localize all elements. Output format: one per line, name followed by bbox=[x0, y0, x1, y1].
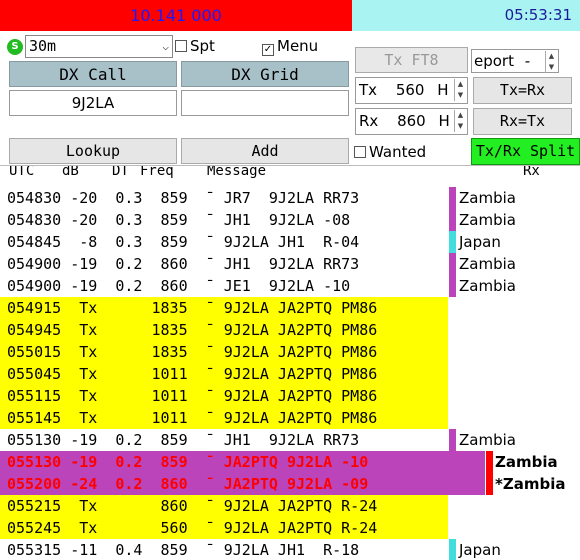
country-label: *Zambia bbox=[495, 475, 566, 493]
decode-message: 054915 Tx 1835 ̄ 9J2LA JA2PTQ PM86 bbox=[0, 297, 448, 319]
country-marker bbox=[449, 231, 456, 253]
country-label: Japan bbox=[459, 541, 501, 559]
decode-message: 054830 -20 0.3 859 ̄ JR7 9J2LA RR73 bbox=[7, 189, 360, 207]
rx-value: 860 bbox=[397, 112, 426, 130]
spot-label: Spt bbox=[190, 37, 215, 55]
decode-message: 054900 -19 0.2 860 ̄ JE1 9J2LA -10 bbox=[7, 277, 351, 295]
wanted-checkbox[interactable]: Wanted bbox=[354, 143, 426, 161]
decode-row[interactable]: 054830 -20 0.3 859 ̄ JH1 9J2LA -08 Zambia bbox=[0, 209, 580, 231]
decode-row[interactable]: 055115 Tx 1011 ̄ 9J2LA JA2PTQ PM86 bbox=[0, 385, 580, 407]
spot-box bbox=[175, 40, 187, 52]
tx-spinner[interactable]: ▲ ▼ bbox=[454, 79, 466, 101]
country-marker bbox=[486, 473, 493, 495]
country-marker bbox=[449, 209, 456, 231]
country-label: Zambia bbox=[495, 453, 558, 471]
country-marker bbox=[449, 187, 456, 209]
country-label: Zambia bbox=[459, 211, 516, 229]
wanted-box bbox=[354, 146, 366, 158]
decode-row[interactable]: 055315 -11 0.4 859 ̄ 9J2LA JH1 R-18 Japan bbox=[0, 539, 580, 560]
status-bar: 10.141 000 05:53:31 bbox=[0, 0, 580, 33]
utc-clock: 05:53:31 bbox=[352, 0, 580, 31]
tx-value: 560 bbox=[395, 81, 425, 99]
band-select[interactable]: 30m ⌵ bbox=[25, 35, 173, 58]
add-button[interactable]: Add bbox=[181, 138, 349, 164]
decode-message: 055115 Tx 1011 ̄ 9J2LA JA2PTQ PM86 bbox=[0, 385, 448, 407]
decode-row[interactable]: 054945 Tx 1835 ̄ 9J2LA JA2PTQ PM86 bbox=[0, 319, 580, 341]
decode-message: 055045 Tx 1011 ̄ 9J2LA JA2PTQ PM86 bbox=[0, 363, 448, 385]
report-label: eport bbox=[474, 52, 514, 70]
country-marker bbox=[449, 253, 456, 275]
menu-label: Menu bbox=[277, 37, 319, 55]
rx-equals-tx-button[interactable]: Rx=Tx bbox=[473, 108, 572, 135]
country-label: Japan bbox=[459, 233, 501, 251]
dx-call-label: DX Call bbox=[9, 61, 177, 87]
country-marker bbox=[486, 451, 493, 473]
decode-message: 055215 Tx 860 ̄ 9J2LA JA2PTQ R-24 bbox=[0, 495, 448, 517]
tx-frequency-input[interactable]: Tx 560 H ▲ ▼ bbox=[355, 77, 468, 104]
report-value: - bbox=[524, 52, 531, 70]
dx-call-input[interactable]: 9J2LA bbox=[9, 90, 177, 116]
decode-message: 054900 -19 0.2 860 ̄ JH1 9J2LA RR73 bbox=[7, 255, 360, 273]
decode-row[interactable]: 054845 -8 0.3 859 ̄ 9J2LA JH1 R-04 Japan bbox=[0, 231, 580, 253]
decode-row[interactable]: 054900 -19 0.2 860 ̄ JE1 9J2LA -10 Zambia bbox=[0, 275, 580, 297]
country-marker bbox=[449, 429, 456, 451]
country-marker bbox=[449, 275, 456, 297]
tx-equals-rx-button[interactable]: Tx=Rx bbox=[473, 77, 572, 104]
dx-grid-label: DX Grid bbox=[181, 61, 349, 87]
rx-spinner[interactable]: ▲ ▼ bbox=[454, 110, 466, 132]
country-label: Zambia bbox=[459, 277, 516, 295]
decode-message: 055130 -19 0.2 859 ̄ JA2PTQ 9J2LA -10 bbox=[0, 451, 485, 473]
report-spinner[interactable]: ▲ ▼ bbox=[545, 51, 557, 73]
decode-message: 054945 Tx 1835 ̄ 9J2LA JA2PTQ PM86 bbox=[0, 319, 448, 341]
tx-prefix: Tx bbox=[359, 81, 378, 99]
decode-message: 054845 -8 0.3 859 ̄ 9J2LA JH1 R-04 bbox=[7, 233, 360, 251]
report-spinbox[interactable]: eport - ▲ ▼ bbox=[471, 49, 559, 73]
country-label: Zambia bbox=[459, 189, 516, 207]
rx-unit: H bbox=[438, 112, 450, 130]
tx-unit: H bbox=[437, 81, 449, 99]
spot-checkbox[interactable]: Spt bbox=[175, 37, 215, 55]
decode-row[interactable]: 054900 -19 0.2 860 ̄ JH1 9J2LA RR73 Zambi… bbox=[0, 253, 580, 275]
decode-row[interactable]: 054830 -20 0.3 859 ̄ JR7 9J2LA RR73 Zambi… bbox=[0, 187, 580, 209]
decode-row[interactable]: 054915 Tx 1835 ̄ 9J2LA JA2PTQ PM86 bbox=[0, 297, 580, 319]
country-label: Zambia bbox=[459, 255, 516, 273]
decode-list[interactable]: 054830 -20 0.3 859 ̄ JR7 9J2LA RR73 Zambi… bbox=[0, 176, 580, 560]
rx-prefix: Rx bbox=[359, 112, 379, 130]
chevron-down-icon: ⌵ bbox=[162, 40, 169, 53]
country-label: Zambia bbox=[459, 431, 516, 449]
decode-message: 055200 -24 0.2 860 ̄ JA2PTQ 9J2LA -09 bbox=[0, 473, 485, 495]
decode-row[interactable]: 055130 -19 0.2 859 ̄ JH1 9J2LA RR73 Zambi… bbox=[0, 429, 580, 451]
lookup-button[interactable]: Lookup bbox=[9, 138, 177, 164]
decode-message: 054830 -20 0.3 859 ̄ JH1 9J2LA -08 bbox=[7, 211, 351, 229]
decode-message: 055315 -11 0.4 859 ̄ 9J2LA JH1 R-18 bbox=[7, 541, 360, 559]
rx-frequency-input[interactable]: Rx 860 H ▲ ▼ bbox=[355, 108, 468, 135]
wanted-label: Wanted bbox=[369, 143, 427, 161]
decode-row[interactable]: 055015 Tx 1835 ̄ 9J2LA JA2PTQ PM86 bbox=[0, 341, 580, 363]
tx-mode-button[interactable]: Tx FT8 bbox=[355, 47, 468, 73]
decode-row[interactable]: 055145 Tx 1011 ̄ 9J2LA JA2PTQ PM86 bbox=[0, 407, 580, 429]
dx-grid-input[interactable] bbox=[181, 90, 349, 116]
decode-message: 055015 Tx 1835 ̄ 9J2LA JA2PTQ PM86 bbox=[0, 341, 448, 363]
decode-row[interactable]: 055215 Tx 860 ̄ 9J2LA JA2PTQ R-24 bbox=[0, 495, 580, 517]
decode-row[interactable]: 055045 Tx 1011 ̄ 9J2LA JA2PTQ PM86 bbox=[0, 363, 580, 385]
tx-rx-split-button[interactable]: Tx/Rx Split bbox=[471, 138, 580, 165]
menu-checkbox[interactable]: ✓ Menu bbox=[262, 37, 318, 56]
status-s-icon[interactable]: S bbox=[7, 39, 23, 55]
decode-message: 055130 -19 0.2 859 ̄ JH1 9J2LA RR73 bbox=[7, 431, 360, 449]
control-panel: S 30m ⌵ Spt ✓ Menu DX Call DX Grid 9J2LA … bbox=[0, 31, 580, 166]
dial-frequency-display: 10.141 000 bbox=[0, 0, 352, 31]
decode-message: 055245 Tx 560 ̄ 9J2LA JA2PTQ R-24 bbox=[0, 517, 448, 539]
band-value: 30m bbox=[29, 37, 57, 55]
country-marker bbox=[449, 539, 456, 560]
decode-message: 055145 Tx 1011 ̄ 9J2LA JA2PTQ PM86 bbox=[0, 407, 448, 429]
decode-row[interactable]: 055130 -19 0.2 859 ̄ JA2PTQ 9J2LA -10 Zam… bbox=[0, 451, 580, 473]
decode-row[interactable]: 055200 -24 0.2 860 ̄ JA2PTQ 9J2LA -09 *Za… bbox=[0, 473, 580, 495]
menu-box: ✓ bbox=[262, 44, 274, 56]
decode-row[interactable]: 055245 Tx 560 ̄ 9J2LA JA2PTQ R-24 bbox=[0, 517, 580, 539]
